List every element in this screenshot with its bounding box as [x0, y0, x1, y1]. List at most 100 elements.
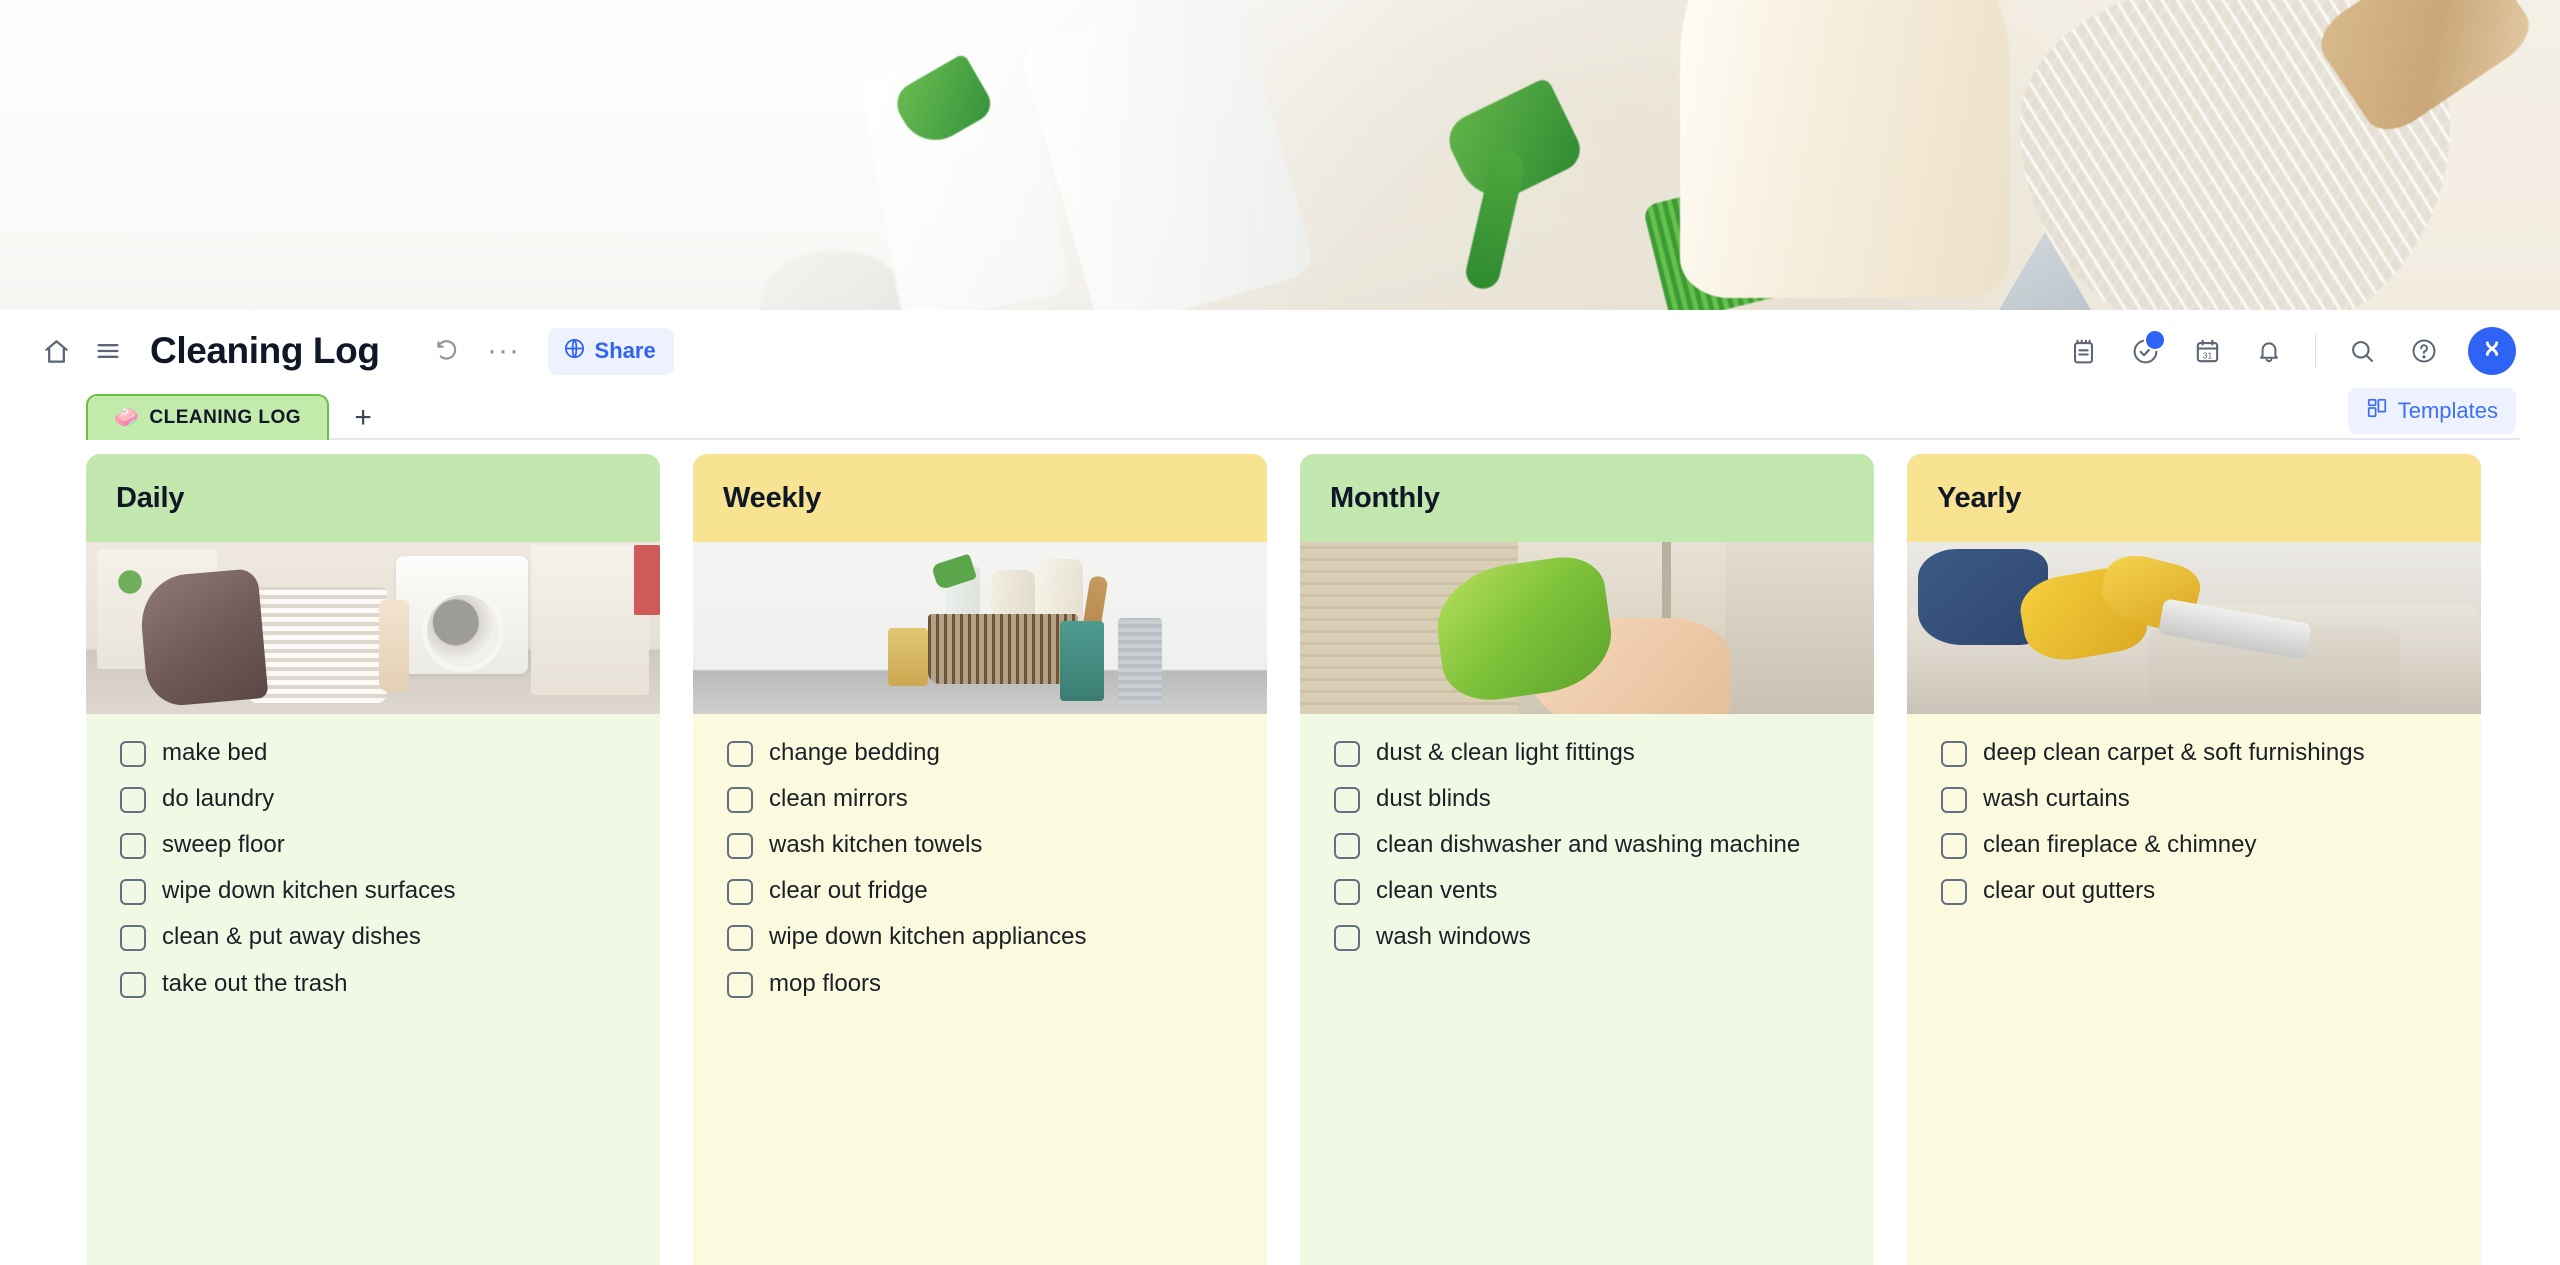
list-item-label: make bed — [162, 739, 268, 766]
banner-cream-bottle — [1680, 0, 2010, 298]
templates-button[interactable]: Templates — [2347, 388, 2516, 434]
page-banner — [0, 0, 2560, 310]
card-photo-weekly — [693, 542, 1267, 714]
list-item-label: deep clean carpet & soft furnishings — [1983, 739, 2365, 766]
list-item[interactable]: take out the trash — [108, 961, 638, 1007]
tab-label: CLEANING LOG — [149, 407, 302, 428]
list-item[interactable]: make bed — [108, 730, 638, 776]
list-item[interactable]: wash windows — [1322, 914, 1852, 960]
checkbox[interactable] — [120, 879, 146, 906]
list-item-label: clean vents — [1376, 877, 1498, 905]
checkbox[interactable] — [1334, 925, 1360, 952]
card-title-monthly: Monthly — [1300, 454, 1874, 542]
card-title-daily: Daily — [86, 454, 660, 542]
home-icon[interactable] — [30, 325, 82, 377]
list-item-label: dust blinds — [1376, 785, 1491, 813]
list-item[interactable]: wipe down kitchen surfaces — [108, 868, 638, 914]
checkbox[interactable] — [1334, 833, 1360, 860]
share-button[interactable]: Share — [547, 327, 674, 375]
list-item[interactable]: clear out fridge — [715, 868, 1245, 914]
list-item-label: mop floors — [769, 969, 882, 997]
checklist-daily: make bed do laundry sweep floor wipe dow… — [86, 714, 660, 1265]
notepad-icon[interactable] — [2057, 325, 2109, 377]
list-item[interactable]: clean fireplace & chimney — [1929, 822, 2459, 868]
list-item[interactable]: deep clean carpet & soft furnishings — [1929, 730, 2459, 776]
bell-icon[interactable] — [2243, 325, 2295, 377]
tab-cleaning-log[interactable]: 🧼 CLEANING LOG — [86, 394, 330, 440]
page-title: Cleaning Log — [150, 330, 380, 371]
list-item[interactable]: wipe down kitchen appliances — [715, 914, 1245, 960]
list-item[interactable]: clean & put away dishes — [108, 914, 638, 960]
checkbox[interactable] — [1941, 741, 1967, 767]
list-item-label: clean & put away dishes — [162, 923, 421, 951]
list-item[interactable]: wash kitchen towels — [715, 822, 1245, 868]
task-check-icon-wrapper[interactable] — [2119, 325, 2171, 377]
checkbox[interactable] — [120, 925, 146, 952]
checkbox[interactable] — [727, 971, 753, 998]
search-icon[interactable] — [2336, 325, 2388, 377]
checkbox[interactable] — [727, 833, 753, 860]
checkbox[interactable] — [120, 833, 146, 860]
checkbox[interactable] — [1334, 879, 1360, 906]
checkbox[interactable] — [1941, 879, 1967, 906]
checkbox[interactable] — [727, 925, 753, 952]
card-yearly: Yearly deep clean carpet & soft furnishi… — [1907, 454, 2481, 1265]
hamburger-menu-icon[interactable] — [82, 325, 134, 377]
card-photo-daily — [86, 542, 660, 714]
list-item[interactable]: clean vents — [1322, 868, 1852, 914]
list-item[interactable]: dust & clean light fittings — [1322, 730, 1852, 776]
calendar-icon[interactable]: 31 — [2181, 325, 2233, 377]
list-item-label: wash kitchen towels — [769, 831, 983, 859]
undo-icon[interactable] — [420, 325, 472, 377]
list-item-label: wipe down kitchen appliances — [769, 923, 1087, 951]
card-weekly: Weekly change bedding clean mirrors wash… — [693, 454, 1267, 1265]
card-photo-yearly — [1907, 542, 2481, 714]
user-avatar[interactable] — [2468, 327, 2516, 375]
list-item-label: wash curtains — [1983, 785, 2130, 813]
checkbox[interactable] — [120, 741, 146, 767]
list-item-label: clean mirrors — [769, 785, 908, 813]
board: Daily make bed do laundry sweep floor wi… — [0, 440, 2560, 1265]
toolbar-divider — [2315, 334, 2316, 368]
list-item-label: clean fireplace & chimney — [1983, 831, 2257, 859]
list-item[interactable]: clean mirrors — [715, 776, 1245, 822]
list-item[interactable]: dust blinds — [1322, 776, 1852, 822]
card-photo-monthly — [1300, 542, 1874, 714]
grid-icon — [2366, 397, 2388, 425]
list-item-label: take out the trash — [162, 969, 348, 997]
globe-icon — [563, 337, 586, 366]
list-item-label: sweep floor — [162, 831, 285, 859]
notification-badge — [2144, 329, 2166, 351]
checkbox[interactable] — [1334, 787, 1360, 814]
card-title-yearly: Yearly — [1907, 454, 2481, 542]
list-item[interactable]: mop floors — [715, 961, 1245, 1007]
checkbox[interactable] — [1941, 787, 1967, 814]
help-icon[interactable] — [2398, 325, 2450, 377]
checkbox[interactable] — [727, 879, 753, 906]
checkbox[interactable] — [1941, 833, 1967, 860]
card-monthly: Monthly dust & clean light fittings dust… — [1300, 454, 1874, 1265]
checkbox[interactable] — [727, 741, 753, 767]
list-item[interactable]: wash curtains — [1929, 776, 2459, 822]
checklist-monthly: dust & clean light fittings dust blinds … — [1300, 714, 1874, 1265]
top-toolbar: Cleaning Log ··· Share 31 — [0, 310, 2560, 392]
list-item[interactable]: change bedding — [715, 730, 1245, 776]
banner-sponge — [760, 250, 910, 310]
templates-label: Templates — [2397, 398, 2498, 423]
more-options-button[interactable]: ··· — [478, 325, 530, 377]
add-tab-button[interactable]: + — [339, 396, 387, 440]
tab-strip: 🧼 CLEANING LOG + Templates — [0, 388, 2560, 440]
list-item-label: clear out gutters — [1983, 877, 2156, 905]
checkbox[interactable] — [727, 787, 753, 814]
banner-photo — [0, 0, 2560, 310]
list-item-label: clean dishwasher and washing machine — [1376, 831, 1801, 859]
list-item-label: wipe down kitchen surfaces — [162, 877, 456, 905]
list-item[interactable]: clear out gutters — [1929, 868, 2459, 914]
checkbox[interactable] — [120, 787, 146, 814]
card-daily: Daily make bed do laundry sweep floor wi… — [86, 454, 660, 1265]
list-item[interactable]: sweep floor — [108, 822, 638, 868]
list-item[interactable]: do laundry — [108, 776, 638, 822]
checkbox[interactable] — [1334, 741, 1360, 767]
checkbox[interactable] — [120, 971, 146, 998]
list-item[interactable]: clean dishwasher and washing machine — [1322, 822, 1852, 868]
